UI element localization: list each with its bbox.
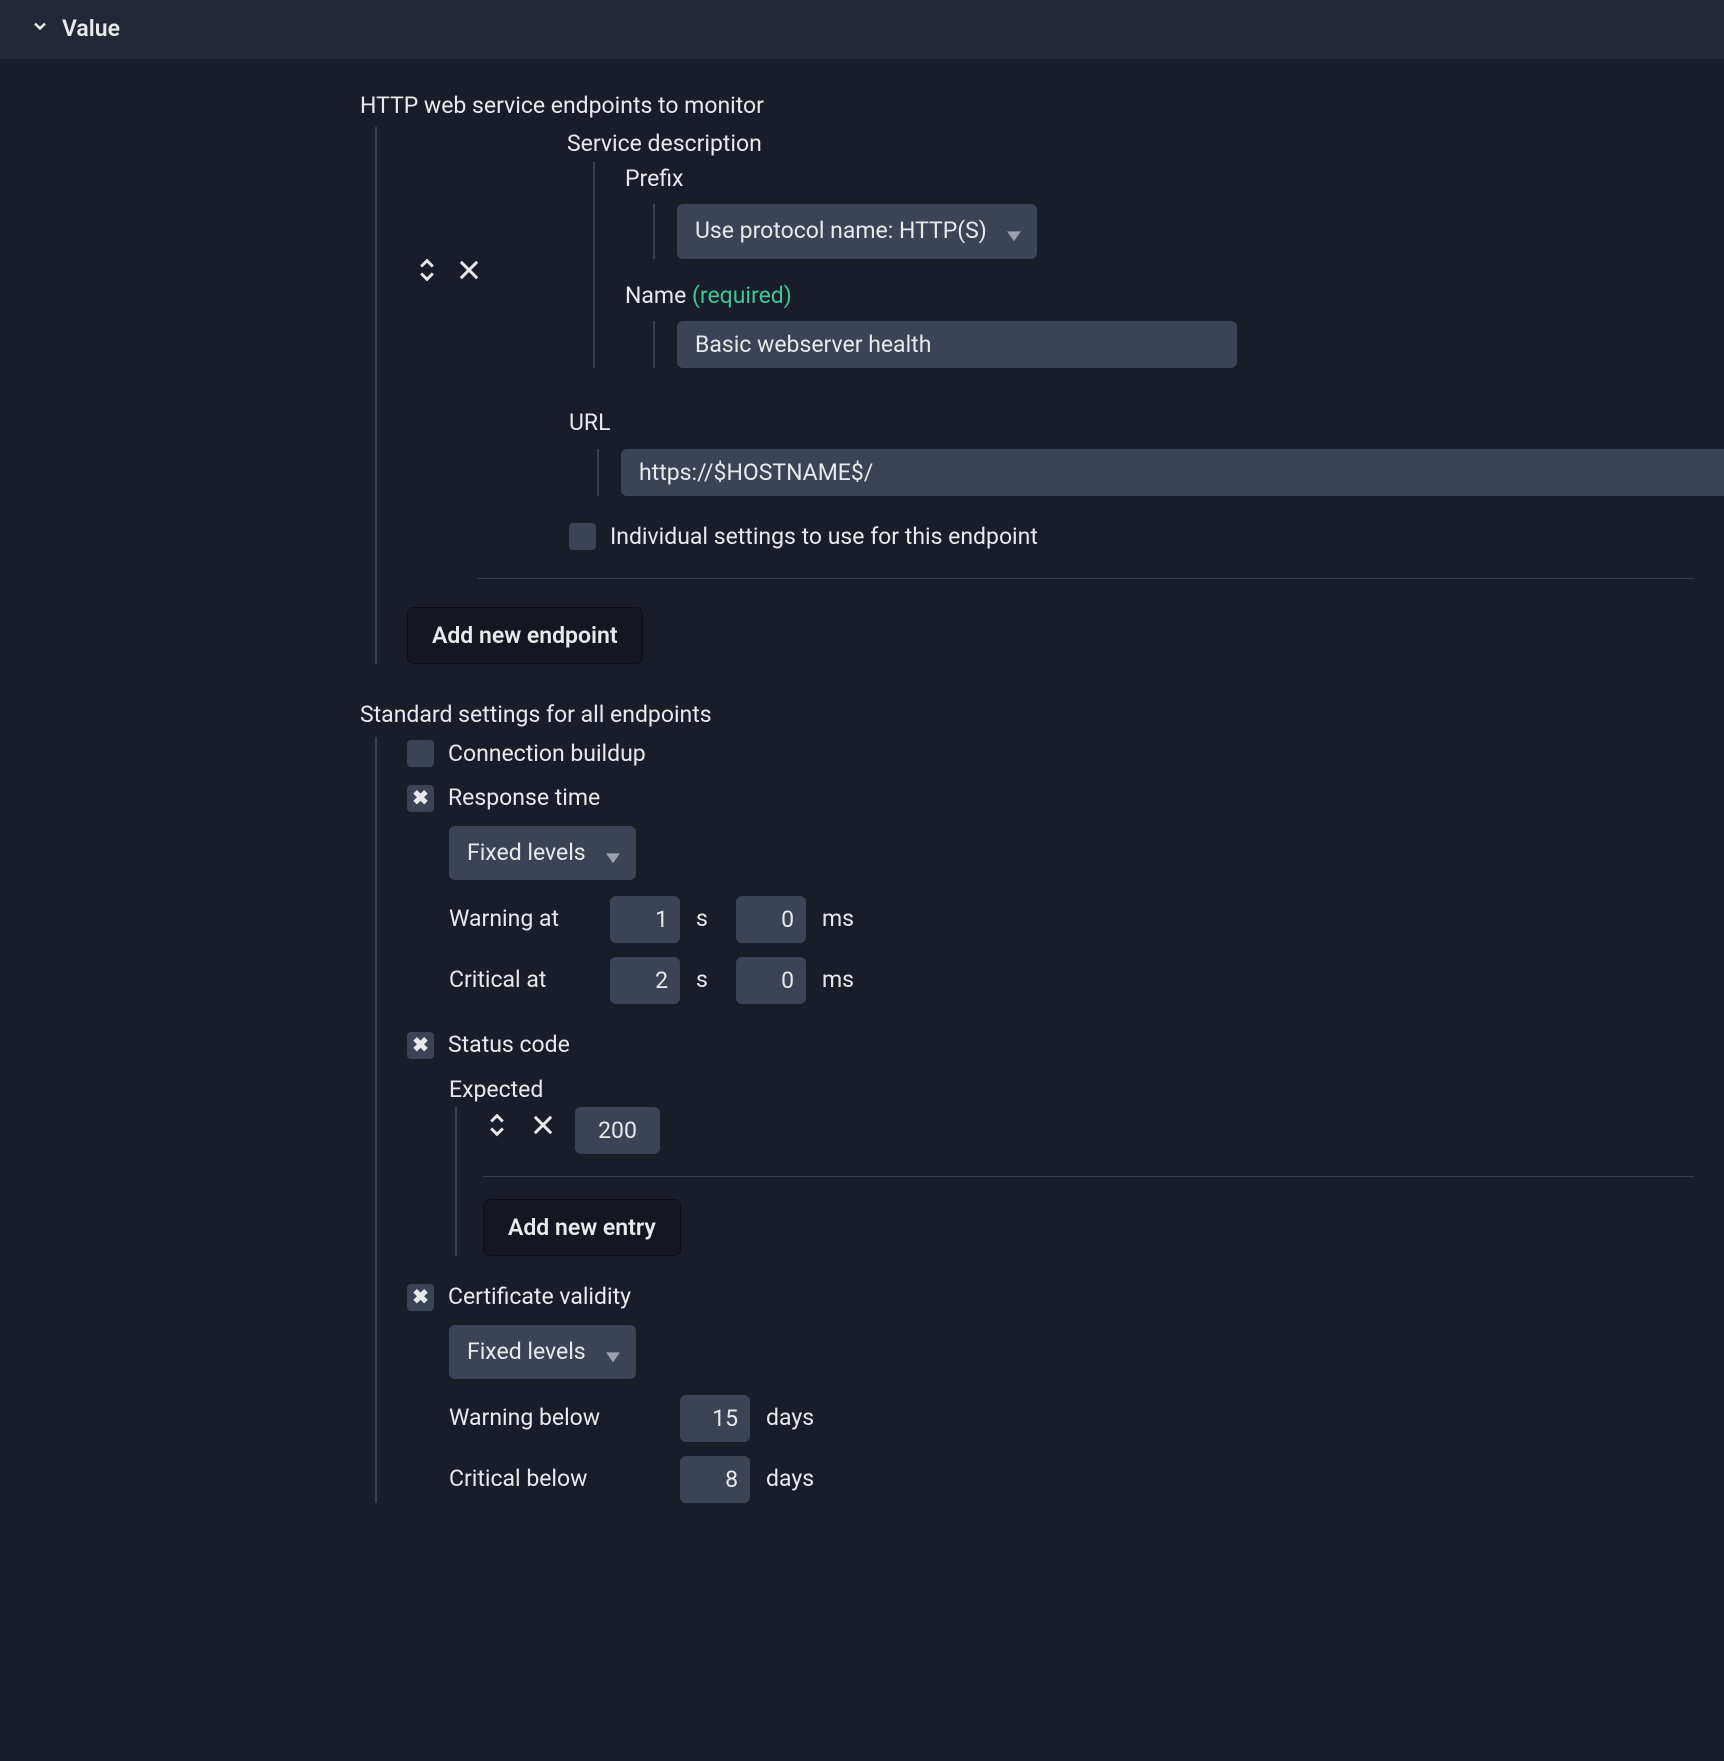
prefix-label: Prefix xyxy=(625,162,1237,197)
cert-crit-days-input[interactable] xyxy=(680,1456,750,1503)
expected-label: Expected xyxy=(449,1073,1694,1108)
delete-icon[interactable] xyxy=(529,1111,557,1150)
status-code-checkbox[interactable] xyxy=(407,1032,434,1059)
divider xyxy=(477,578,1694,579)
cert-validity-mode: Fixed levels xyxy=(467,1335,586,1370)
dropdown-triangle-icon xyxy=(1007,217,1021,252)
cert-warning-label: Warning below xyxy=(449,1401,664,1436)
dropdown-triangle-icon xyxy=(606,839,620,874)
dropdown-triangle-icon xyxy=(606,1338,620,1373)
service-description-label: Service description xyxy=(567,127,1694,162)
crit-ms-input[interactable] xyxy=(736,957,806,1004)
connection-buildup-checkbox[interactable] xyxy=(407,740,434,767)
add-endpoint-button[interactable]: Add new endpoint xyxy=(407,607,643,664)
section-header[interactable]: Value xyxy=(0,0,1724,59)
cert-validity-label: Certificate validity xyxy=(448,1280,631,1315)
warn-ms-input[interactable] xyxy=(736,896,806,943)
name-input[interactable] xyxy=(677,321,1237,368)
status-code-input[interactable] xyxy=(575,1107,660,1154)
endpoints-group: HTTP web service endpoints to monitor Se… xyxy=(360,89,1694,665)
response-time-mode: Fixed levels xyxy=(467,836,586,871)
section-title: Value xyxy=(62,12,120,47)
prefix-value: Use protocol name: HTTP(S) xyxy=(695,214,987,249)
response-time-label: Response time xyxy=(448,781,600,816)
reorder-icon[interactable] xyxy=(413,256,441,295)
response-time-checkbox[interactable] xyxy=(407,785,434,812)
crit-seconds-input[interactable] xyxy=(610,957,680,1004)
reorder-icon[interactable] xyxy=(483,1111,511,1150)
unit-ms: ms xyxy=(822,963,854,998)
standard-settings-group: Standard settings for all endpoints Conn… xyxy=(360,698,1694,1503)
name-label: Name xyxy=(625,282,686,309)
connection-buildup-label: Connection buildup xyxy=(448,737,646,772)
standard-settings-title: Standard settings for all endpoints xyxy=(360,698,1694,733)
prefix-select[interactable]: Use protocol name: HTTP(S) xyxy=(677,204,1037,259)
chevron-down-icon xyxy=(30,12,50,47)
required-label: (required) xyxy=(692,282,792,309)
warn-seconds-input[interactable] xyxy=(610,896,680,943)
unit-days: days xyxy=(766,1401,814,1436)
individual-settings-label: Individual settings to use for this endp… xyxy=(610,520,1038,555)
unit-days: days xyxy=(766,1462,814,1497)
unit-seconds: s xyxy=(696,963,720,998)
endpoints-title: HTTP web service endpoints to monitor xyxy=(360,89,1694,124)
url-label: URL xyxy=(569,406,1694,441)
cert-validity-checkbox[interactable] xyxy=(407,1284,434,1311)
unit-ms: ms xyxy=(822,902,854,937)
url-input[interactable] xyxy=(621,449,1724,496)
warning-at-label: Warning at xyxy=(449,902,594,937)
cert-warn-days-input[interactable] xyxy=(680,1395,750,1442)
individual-settings-checkbox[interactable] xyxy=(569,523,596,550)
response-time-mode-select[interactable]: Fixed levels xyxy=(449,826,636,881)
add-entry-button[interactable]: Add new entry xyxy=(483,1199,681,1256)
cert-validity-mode-select[interactable]: Fixed levels xyxy=(449,1325,636,1380)
status-code-label: Status code xyxy=(448,1028,570,1063)
unit-seconds: s xyxy=(696,902,720,937)
cert-critical-label: Critical below xyxy=(449,1462,664,1497)
delete-icon[interactable] xyxy=(455,256,483,295)
critical-at-label: Critical at xyxy=(449,963,594,998)
divider xyxy=(483,1176,1694,1177)
